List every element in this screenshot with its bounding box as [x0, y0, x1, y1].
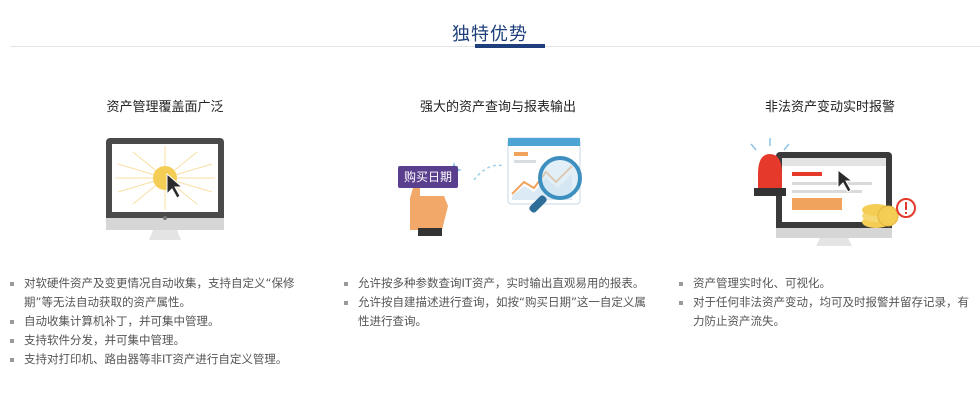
- section-title: 独特优势: [452, 24, 528, 45]
- list-item: 自动收集计算机补丁，并可集中管理。: [9, 312, 321, 331]
- feature-list: 资产管理实时化、可视化。 对于任何非法资产变动，均可及时报警并留存记录，有力防止…: [678, 274, 980, 331]
- feature-title: 强大的资产查询与报表输出: [419, 100, 576, 115]
- feature-title: 非法资产变动实时报警: [764, 100, 895, 115]
- feature-asset-coverage: 资产管理覆盖面广泛 对软硬件资产及变更情况自动收集，支持自定义“保修期”等无法自…: [5, 98, 325, 366]
- list-item: 支持软件分发，并可集中管理。: [9, 331, 321, 350]
- feature-realtime-alarm: 非法资产变动实时报警 资产管理实时化、可视化。 对于任何非法资产变动，均可及时报…: [670, 98, 980, 328]
- feature-list: 允许按多种参数查询IT资产，实时输出直观易用的报表。 允许按自建描述进行查询，如…: [343, 274, 655, 331]
- title-underline: [475, 44, 545, 48]
- feature-query-report: 强大的资产查询与报表输出 购买日期 允许按多种参数查询IT资产，实时输出直观易用…: [338, 98, 658, 328]
- monitor-cursor-click-icon: [103, 132, 229, 248]
- feature-title: 资产管理覆盖面广泛: [106, 100, 224, 115]
- feature-list: 对软硬件资产及变更情况自动收集，支持自定义“保修期”等无法自动获取的资产属性。 …: [9, 274, 321, 369]
- list-item: 允许按多种参数查询IT资产，实时输出直观易用的报表。: [343, 274, 655, 293]
- purchase-date-badge: 购买日期: [398, 166, 458, 188]
- list-item: 支持对打印机、路由器等非IT资产进行自定义管理。: [9, 350, 321, 369]
- list-item: 对于任何非法资产变动，均可及时报警并留存记录，有力防止资产流失。: [678, 293, 980, 331]
- list-item: 允许按自建描述进行查询，如按“购买日期”这一自定义属性进行查询。: [343, 293, 655, 331]
- alarm-monitor-icon: [748, 132, 918, 254]
- list-item: 对软硬件资产及变更情况自动收集，支持自定义“保修期”等无法自动获取的资产属性。: [9, 274, 321, 312]
- report-search-icon: 购买日期: [396, 132, 606, 244]
- list-item: 资产管理实时化、可视化。: [678, 274, 980, 293]
